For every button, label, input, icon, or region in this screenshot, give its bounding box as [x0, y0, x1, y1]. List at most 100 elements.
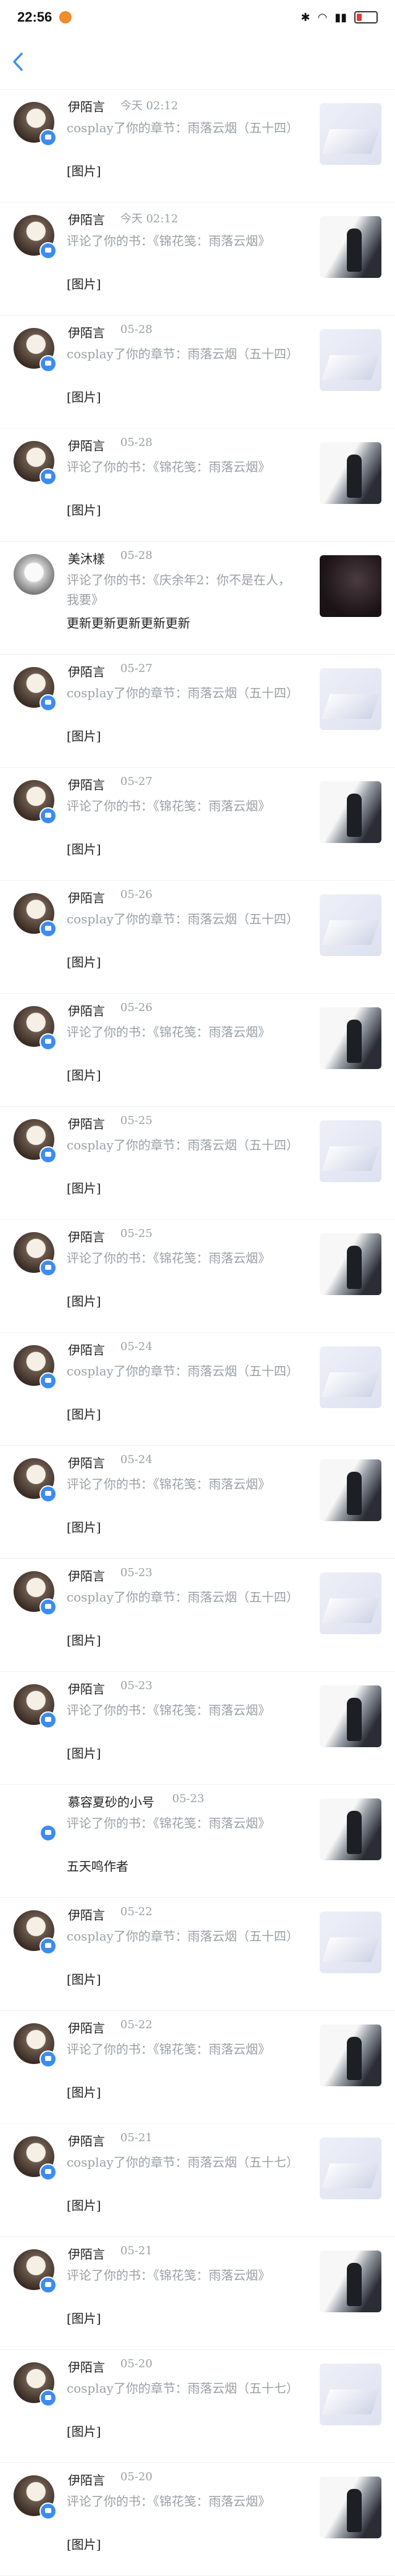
- action-text: cosplay了你的章节：雨落云烟（五十七）: [67, 2381, 299, 2396]
- list-item[interactable]: 伊陌言 05-26 cosplay了你的章节：雨落云烟（五十四） [图片]: [0, 881, 395, 994]
- status-icons: ✱ ◠ ▮▮: [301, 11, 378, 24]
- thumbnail-image[interactable]: [320, 2477, 381, 2538]
- user-name[interactable]: 伊陌言: [68, 1227, 105, 1245]
- timestamp: 05-24: [120, 1453, 152, 1466]
- user-name[interactable]: 伊陌言: [68, 323, 105, 341]
- user-name[interactable]: 伊陌言: [68, 1340, 105, 1358]
- thumbnail-image[interactable]: [320, 1572, 381, 1634]
- comment-content: [图片]: [67, 1746, 101, 1761]
- back-arrow-icon[interactable]: [12, 48, 31, 75]
- list-item[interactable]: 伊陌言 今天 02:12 评论了你的书：《锦花笺：雨落云烟》 [图片]: [0, 203, 395, 316]
- thumbnail-image[interactable]: [320, 1911, 381, 1973]
- list-item[interactable]: 伊陌言 05-22 cosplay了你的章节：雨落云烟（五十四） [图片]: [0, 1898, 395, 2011]
- list-item[interactable]: 伊陌言 05-23 cosplay了你的章节：雨落云烟（五十四） [图片]: [0, 1559, 395, 1672]
- user-name[interactable]: 伊陌言: [68, 1566, 105, 1584]
- list-item[interactable]: 伊陌言 05-20 评论了你的书：《锦花笺：雨落云烟》 [图片]: [0, 2463, 395, 2576]
- list-item[interactable]: 伊陌言 05-27 评论了你的书：《锦花笺：雨落云烟》 [图片]: [0, 768, 395, 881]
- user-name[interactable]: 伊陌言: [68, 1001, 105, 1019]
- thumbnail-image[interactable]: [320, 1798, 381, 1860]
- user-name[interactable]: 伊陌言: [68, 1905, 105, 1923]
- comment-content: [图片]: [67, 1294, 101, 1309]
- comment-content: [图片]: [67, 1407, 101, 1422]
- comment-badge-icon: [40, 1937, 57, 1955]
- comment-content: [图片]: [67, 1068, 101, 1083]
- thumbnail-image[interactable]: [320, 1459, 381, 1521]
- user-name[interactable]: 伊陌言: [68, 1453, 105, 1471]
- thumbnail-image[interactable]: [320, 1346, 381, 1408]
- list-item[interactable]: 美沐樣 05-28 评论了你的书：《庆余年2：你不是在人，我要》 更新更新更新更新更新: [0, 542, 395, 655]
- comment-content: [图片]: [67, 390, 101, 405]
- thumbnail-image[interactable]: [320, 329, 381, 391]
- action-text: cosplay了你的章节：雨落云烟（五十四）: [67, 346, 299, 361]
- list-item[interactable]: 伊陌言 05-20 cosplay了你的章节：雨落云烟（五十七） [图片]: [0, 2350, 395, 2463]
- user-name[interactable]: 伊陌言: [68, 662, 105, 680]
- user-name[interactable]: 伊陌言: [68, 436, 105, 454]
- thumbnail-image[interactable]: [320, 555, 381, 617]
- thumbnail-image[interactable]: [320, 2024, 381, 2086]
- user-name[interactable]: 伊陌言: [68, 97, 105, 115]
- user-name[interactable]: 慕容夏砂的小号: [68, 1792, 154, 1810]
- nav-header: [0, 35, 395, 90]
- list-item[interactable]: 伊陌言 05-25 评论了你的书：《锦花笺：雨落云烟》 [图片]: [0, 1220, 395, 1333]
- list-item[interactable]: 伊陌言 05-28 cosplay了你的章节：雨落云烟（五十四） [图片]: [0, 316, 395, 429]
- comment-badge-icon: [40, 1372, 57, 1390]
- comment-content: [图片]: [67, 1181, 101, 1196]
- avatar[interactable]: [14, 554, 54, 595]
- user-name[interactable]: 美沐樣: [68, 549, 105, 567]
- thumbnail-image[interactable]: [320, 1120, 381, 1182]
- user-name[interactable]: 伊陌言: [68, 1114, 105, 1132]
- list-item[interactable]: 伊陌言 05-27 cosplay了你的章节：雨落云烟（五十四） [图片]: [0, 655, 395, 768]
- list-item[interactable]: 伊陌言 05-21 cosplay了你的章节：雨落云烟（五十七） [图片]: [0, 2124, 395, 2237]
- thumbnail-image[interactable]: [320, 781, 381, 843]
- wifi-icon: ◠: [317, 10, 328, 23]
- user-name[interactable]: 伊陌言: [68, 1679, 105, 1697]
- user-name[interactable]: 伊陌言: [68, 888, 105, 906]
- list-item[interactable]: 伊陌言 05-26 评论了你的书：《锦花笺：雨落云烟》 [图片]: [0, 994, 395, 1107]
- action-text: 评论了你的书：《锦花笺：雨落云烟》: [67, 233, 270, 248]
- action-text: 评论了你的书：《锦花笺：雨落云烟》: [67, 1477, 270, 1491]
- user-name[interactable]: 伊陌言: [68, 775, 105, 793]
- timestamp: 05-23: [172, 1792, 204, 1805]
- thumbnail-image[interactable]: [320, 442, 381, 504]
- thumbnail-image[interactable]: [320, 1685, 381, 1747]
- timestamp: 05-26: [120, 888, 152, 901]
- thumbnail-image[interactable]: [320, 2364, 381, 2425]
- thumbnail-image[interactable]: [320, 1007, 381, 1069]
- thumbnail-image[interactable]: [320, 103, 381, 165]
- comment-badge-icon: [40, 1033, 57, 1051]
- thumbnail-image[interactable]: [320, 894, 381, 956]
- list-item[interactable]: 伊陌言 05-23 评论了你的书：《锦花笺：雨落云烟》 [图片]: [0, 1672, 395, 1785]
- list-item[interactable]: 伊陌言 05-22 评论了你的书：《锦花笺：雨落云烟》 [图片]: [0, 2011, 395, 2124]
- user-name[interactable]: 伊陌言: [68, 2131, 105, 2149]
- thumbnail-image[interactable]: [320, 216, 381, 278]
- list-item[interactable]: 伊陌言 05-24 cosplay了你的章节：雨落云烟（五十四） [图片]: [0, 1333, 395, 1446]
- thumbnail-image[interactable]: [320, 2138, 381, 2199]
- list-item[interactable]: 伊陌言 今天 02:12 cosplay了你的章节：雨落云烟（五十四） [图片]: [0, 90, 395, 203]
- user-name[interactable]: 伊陌言: [68, 210, 105, 228]
- action-text: cosplay了你的章节：雨落云烟（五十四）: [67, 1138, 299, 1152]
- action-text: 评论了你的书：《锦花笺：雨落云烟》: [67, 459, 270, 474]
- timestamp: 05-27: [120, 662, 152, 675]
- comment-badge-icon: [40, 1824, 57, 1842]
- user-name[interactable]: 伊陌言: [68, 2244, 105, 2262]
- list-item[interactable]: 伊陌言 05-24 评论了你的书：《锦花笺：雨落云烟》 [图片]: [0, 1446, 395, 1559]
- thumbnail-image[interactable]: [320, 668, 381, 730]
- thumbnail-image[interactable]: [320, 2251, 381, 2312]
- user-name[interactable]: 伊陌言: [68, 2018, 105, 2036]
- action-text: 评论了你的书：《锦花笺：雨落云烟》: [67, 1025, 270, 1039]
- timestamp: 05-28: [120, 323, 152, 336]
- comment-badge-icon: [40, 242, 57, 259]
- thumbnail-image[interactable]: [320, 1233, 381, 1295]
- list-item[interactable]: 伊陌言 05-28 评论了你的书：《锦花笺：雨落云烟》 [图片]: [0, 429, 395, 542]
- list-item[interactable]: 伊陌言 05-21 评论了你的书：《锦花笺：雨落云烟》 [图片]: [0, 2237, 395, 2350]
- notification-app-icon: [59, 11, 72, 23]
- comment-content: [图片]: [67, 1633, 101, 1648]
- timestamp: 05-20: [120, 2357, 152, 2370]
- action-text: 评论了你的书：《锦花笺：雨落云烟》: [67, 1703, 270, 1718]
- user-name[interactable]: 伊陌言: [68, 2357, 105, 2375]
- comment-badge-icon: [40, 2276, 57, 2294]
- list-item[interactable]: 伊陌言 05-25 cosplay了你的章节：雨落云烟（五十四） [图片]: [0, 1107, 395, 1220]
- list-item[interactable]: 慕容夏砂的小号 05-23 评论了你的书：《锦花笺：雨落云烟》 五天鸣作者: [0, 1785, 395, 1898]
- user-name[interactable]: 伊陌言: [68, 2470, 105, 2488]
- timestamp: 今天 02:12: [120, 212, 178, 225]
